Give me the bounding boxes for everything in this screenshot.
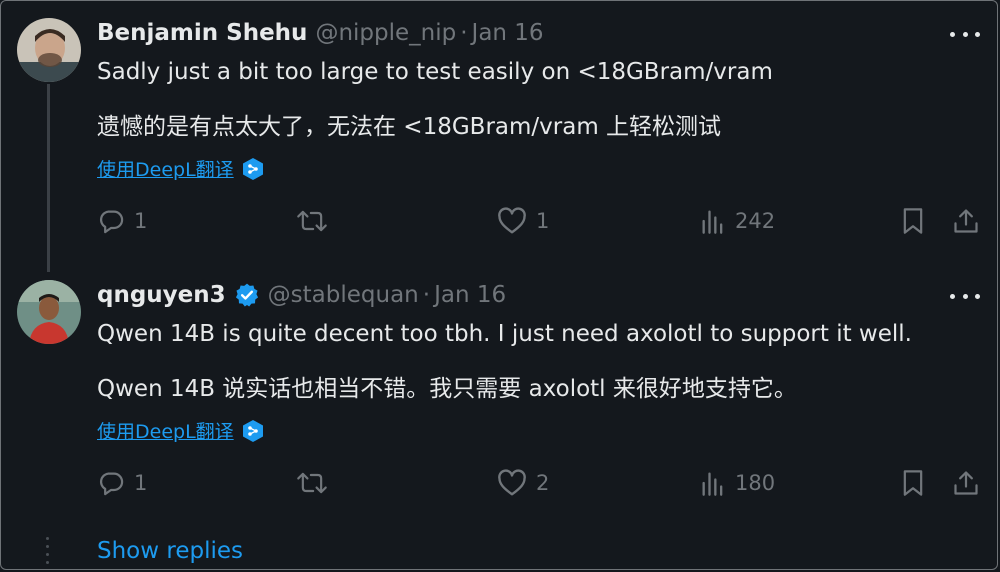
bookmark-icon [901, 469, 925, 497]
reply-count: 1 [134, 471, 148, 495]
tweet-text: Sadly just a bit too large to test easil… [97, 59, 773, 85]
retweet-icon [296, 469, 328, 497]
more-icon[interactable] [950, 24, 980, 44]
bookmark-button[interactable] [901, 469, 925, 497]
retweet-button[interactable] [296, 469, 337, 497]
display-name[interactable]: Benjamin Shehu [97, 20, 307, 46]
bookmark-button[interactable] [901, 207, 925, 235]
tweet-date[interactable]: Jan 16 [472, 20, 544, 46]
like-button[interactable]: 2 [497, 469, 549, 497]
separator: · [422, 282, 431, 308]
tweet-header: qnguyen3 @stablequan · Jan 16 [97, 282, 506, 308]
tweet-actions: 1 1 242 [0, 207, 1000, 239]
more-icon[interactable] [950, 286, 980, 306]
translate-label[interactable]: 使用DeepL翻译 [97, 417, 234, 444]
avatar[interactable] [17, 280, 81, 344]
retweet-button[interactable] [296, 207, 337, 235]
tweet-translation: Qwen 14B 说实话也相当不错。我只需要 axolotl 来很好地支持它。 [97, 376, 797, 402]
translate-link[interactable]: 使用DeepL翻译 [97, 417, 264, 444]
tweet-text: Qwen 14B is quite decent too tbh. I just… [97, 321, 912, 347]
views-button[interactable]: 180 [700, 469, 775, 497]
tweet-header: Benjamin Shehu @nipple_nip · Jan 16 [97, 20, 544, 46]
like-count: 1 [536, 209, 550, 233]
user-handle[interactable]: @stablequan [268, 282, 419, 308]
views-count: 180 [735, 471, 776, 495]
user-handle[interactable]: @nipple_nip [315, 20, 456, 46]
reply-count: 1 [134, 209, 148, 233]
thread-more-dots [46, 537, 51, 569]
heart-icon [497, 207, 527, 235]
retweet-icon [296, 207, 328, 235]
display-name[interactable]: qnguyen3 [97, 282, 226, 308]
views-button[interactable]: 242 [700, 207, 775, 235]
translate-link[interactable]: 使用DeepL翻译 [97, 155, 264, 182]
deepl-icon [242, 157, 264, 181]
reply-icon [97, 469, 125, 497]
translate-label[interactable]: 使用DeepL翻译 [97, 155, 234, 182]
share-button[interactable] [952, 207, 980, 235]
reply-icon [97, 207, 125, 235]
separator: · [460, 20, 468, 46]
like-button[interactable]: 1 [497, 207, 549, 235]
deepl-icon [242, 419, 264, 443]
share-icon [952, 207, 980, 235]
share-button[interactable] [952, 469, 980, 497]
reply-button[interactable]: 1 [97, 207, 147, 235]
show-replies-link[interactable]: Show replies [97, 538, 243, 564]
like-count: 2 [536, 471, 550, 495]
tweet-date[interactable]: Jan 16 [434, 282, 506, 308]
views-icon [700, 207, 726, 235]
avatar[interactable] [17, 18, 81, 82]
views-count: 242 [735, 209, 776, 233]
thread-line [47, 84, 50, 272]
share-icon [952, 469, 980, 497]
heart-icon [497, 469, 527, 497]
reply-button[interactable]: 1 [97, 469, 147, 497]
bookmark-icon [901, 207, 925, 235]
tweet-translation: 遗憾的是有点太大了，无法在 <18GBram/vram 上轻松测试 [97, 114, 722, 140]
tweet-actions: 1 2 180 [0, 469, 1000, 501]
verified-badge-icon [234, 282, 260, 308]
views-icon [700, 469, 726, 497]
